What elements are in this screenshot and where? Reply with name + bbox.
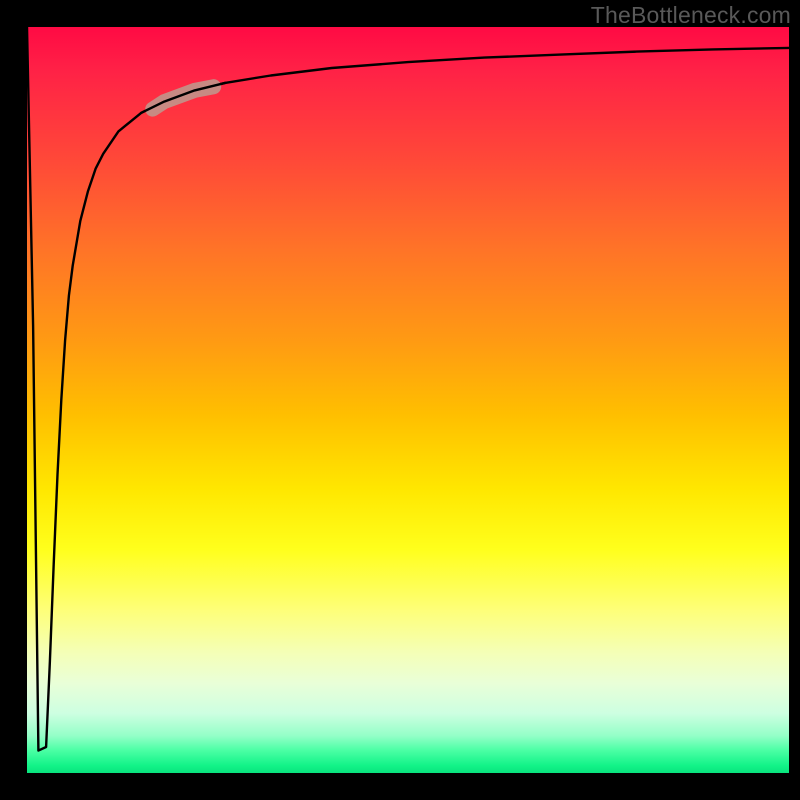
watermark-text: TheBottleneck.com [591, 2, 791, 29]
plot-area [27, 27, 789, 773]
highlight-segment [153, 87, 214, 109]
chart-container: TheBottleneck.com [0, 0, 800, 800]
bottleneck-curve [27, 27, 789, 751]
curve-layer [27, 27, 789, 773]
